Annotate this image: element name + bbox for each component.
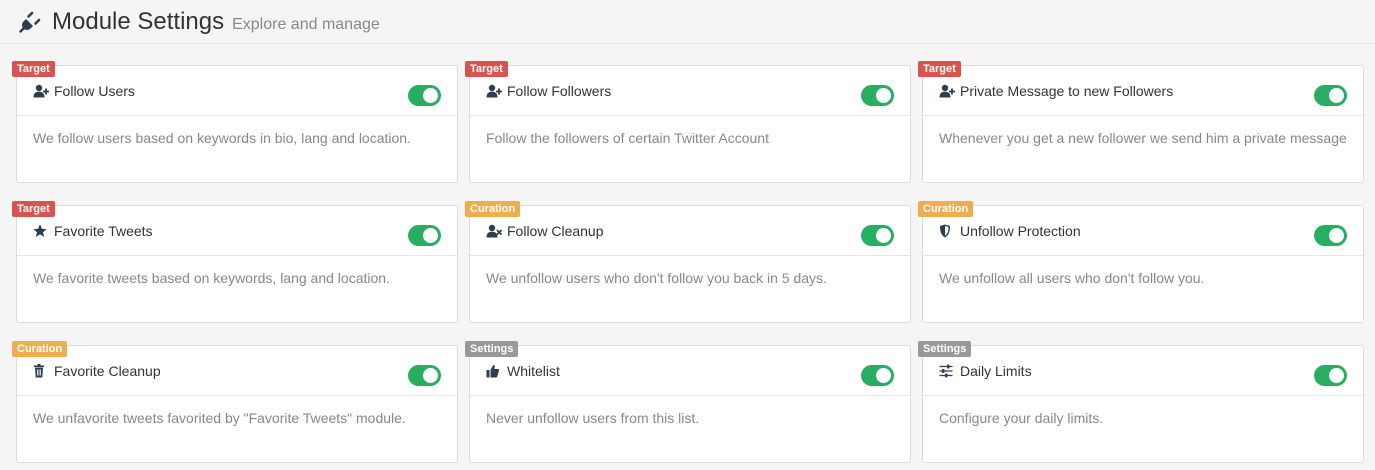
toggle-knob: [1329, 88, 1344, 103]
module-card-header: Favorite Tweets: [17, 206, 457, 256]
toggle-knob: [1329, 368, 1344, 383]
star-icon: [33, 224, 49, 238]
module-toggle[interactable]: [408, 225, 441, 246]
module-description: Whenever you get a new follower we send …: [939, 130, 1347, 146]
toggle-knob: [423, 88, 438, 103]
module-toggle[interactable]: [1314, 85, 1347, 106]
user-plus-icon: [486, 84, 502, 98]
module-card: Target Favorite Tweets We favorite tweet…: [12, 201, 458, 323]
module-card-header: Follow Cleanup: [470, 206, 910, 256]
module-description: We unfollow users who don't follow you b…: [486, 270, 827, 286]
module-grid: Target Follow Users We follow users base…: [12, 61, 1364, 463]
module-toggle[interactable]: [1314, 365, 1347, 386]
user-plus-icon: [939, 84, 955, 98]
trash-icon: [33, 364, 49, 378]
module-toggle[interactable]: [861, 225, 894, 246]
module-card-header: Daily Limits: [923, 346, 1363, 396]
module-name: Favorite Cleanup: [54, 363, 161, 379]
toggle-knob: [423, 368, 438, 383]
module-card: Curation Unfollow Protection We unfollow…: [918, 201, 1364, 323]
module-description: Follow the followers of certain Twitter …: [486, 130, 769, 146]
module-card: Target Private Message to new Followers …: [918, 61, 1364, 183]
plug-icon: [19, 11, 41, 33]
shield-icon: [939, 224, 955, 238]
module-description: We favorite tweets based on keywords, la…: [33, 270, 390, 286]
module-toggle[interactable]: [408, 365, 441, 386]
toggle-knob: [876, 88, 891, 103]
module-toggle[interactable]: [861, 85, 894, 106]
module-name: Whitelist: [507, 363, 560, 379]
module-card-header: Favorite Cleanup: [17, 346, 457, 396]
module-card-header: Whitelist: [470, 346, 910, 396]
page-header: Module Settings Explore and manage: [0, 0, 1375, 44]
sliders-icon: [939, 364, 955, 378]
module-card: Target Follow Followers Follow the follo…: [465, 61, 911, 183]
module-description: We unfavorite tweets favorited by "Favor…: [33, 410, 406, 426]
page-title: Module Settings: [52, 7, 225, 35]
page-subtitle: Explore and manage: [232, 15, 380, 33]
module-card-header: Follow Users: [17, 66, 457, 116]
user-times-icon: [486, 224, 503, 238]
toggle-knob: [876, 368, 891, 383]
toggle-knob: [1329, 228, 1344, 243]
thumbs-up-icon: [486, 364, 502, 378]
module-card-header: Private Message to new Followers: [923, 66, 1363, 116]
module-name: Private Message to new Followers: [960, 83, 1174, 99]
module-card: Target Follow Users We follow users base…: [12, 61, 458, 183]
module-description: Configure your daily limits.: [939, 410, 1104, 426]
toggle-knob: [423, 228, 438, 243]
module-name: Unfollow Protection: [960, 223, 1081, 239]
module-card: Curation Follow Cleanup We unfollow user…: [465, 201, 911, 323]
module-card: Curation Favorite Cleanup We unfavorite …: [12, 341, 458, 463]
module-description: We follow users based on keywords in bio…: [33, 130, 411, 146]
module-card-header: Follow Followers: [470, 66, 910, 116]
module-card-header: Unfollow Protection: [923, 206, 1363, 256]
module-card: Settings Whitelist Never unfollow users …: [465, 341, 911, 463]
toggle-knob: [876, 228, 891, 243]
module-name: Favorite Tweets: [54, 223, 153, 239]
module-toggle[interactable]: [861, 365, 894, 386]
user-plus-icon: [33, 84, 49, 98]
module-description: We unfollow all users who don't follow y…: [939, 270, 1205, 286]
module-name: Follow Cleanup: [507, 223, 604, 239]
module-name: Daily Limits: [960, 363, 1032, 379]
module-description: Never unfollow users from this list.: [486, 410, 700, 426]
module-name: Follow Followers: [507, 83, 612, 99]
module-toggle[interactable]: [408, 85, 441, 106]
module-name: Follow Users: [54, 83, 135, 99]
module-toggle[interactable]: [1314, 225, 1347, 246]
module-card: Settings Daily Limits Configure your dai…: [918, 341, 1364, 463]
